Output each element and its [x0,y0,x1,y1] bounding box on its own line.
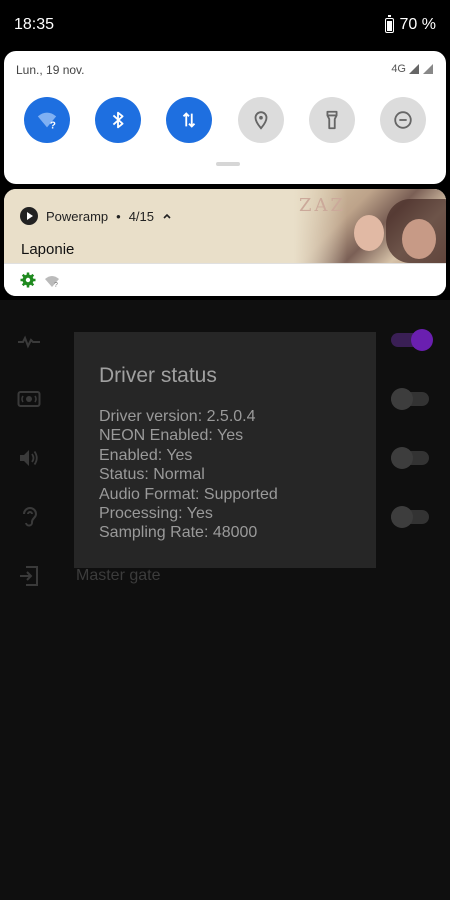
status-right: 70 % [384,14,436,34]
surround-icon [17,391,41,407]
svg-text:?: ? [50,120,56,131]
toggle-switch[interactable] [391,329,433,351]
speaker-icon [20,450,38,466]
album-art: ZAZ [294,189,446,263]
enabled-line: Enabled: Yes [99,446,193,464]
status-line: Status: Normal [99,466,205,484]
exit-icon [20,566,38,586]
notification-icons-row: ? [4,263,446,296]
battery-icon [384,14,394,33]
processing-line: Processing: Yes [99,505,213,523]
master-gate-label[interactable]: Master gate [76,567,160,585]
album-art-figure [354,215,384,251]
toggle-switch[interactable] [391,506,429,528]
network-type: 4G [391,63,406,75]
album-art-text: ZAZ [298,195,346,216]
driver-status-dialog: Driver status Driver version: 2.5.0.4 NE… [74,332,376,568]
ear-icon [23,507,38,527]
tile-do-not-disturb[interactable] [379,97,426,143]
status-bar: 18:35 70 % [0,0,450,50]
wifi-unknown-icon: ? [37,112,57,131]
media-app-row[interactable]: Poweramp • 4/15 [20,207,172,225]
status-time: 18:35 [14,16,55,33]
toggle-knob [411,329,433,351]
waveform-icon [18,335,40,349]
bluetooth-icon [112,111,124,129]
flashlight-icon [326,110,338,130]
tile-wifi[interactable]: ? [24,97,70,143]
toggle-knob [391,506,413,528]
signal-icon [409,64,419,74]
tile-location[interactable] [237,97,284,143]
tile-mobile-data[interactable] [166,97,213,143]
driver-version-line: Driver version: 2.5.0.4 [99,408,256,425]
drag-handle[interactable] [216,162,240,166]
quick-tiles: ? [24,97,426,143]
media-app-name: Poweramp [46,208,109,224]
battery-level: 70 % [399,16,436,33]
media-separator: • [116,208,121,224]
chevron-up-icon[interactable] [162,211,172,221]
poweramp-icon [20,207,38,225]
qs-date[interactable]: Lun., 19 nov. [16,63,85,77]
toggle-switch[interactable] [391,447,429,469]
media-header: ZAZ Poweramp • 4/15 Laponie [4,189,446,263]
location-icon [254,111,267,130]
dialog-title: Driver status [99,364,217,387]
svg-text:?: ? [54,282,58,288]
media-notification[interactable]: ZAZ Poweramp • 4/15 Laponie ? [4,189,446,296]
mobile-data-icon [183,112,196,128]
neon-enabled-line: NEON Enabled: Yes [99,427,244,445]
media-track-position: 4/15 [128,208,155,224]
media-title: Laponie [21,241,75,258]
quick-settings-panel: Lun., 19 nov. 4G ? [4,51,446,184]
dialog-body: Driver version: 2.5.0.4 NEON Enabled: Ye… [99,407,278,543]
toggle-switch[interactable] [391,388,429,410]
do-not-disturb-icon [394,111,412,129]
qs-network: 4G [391,63,434,75]
toggle-knob [391,447,413,469]
tile-flashlight[interactable] [308,97,355,143]
wifi-unknown-icon: ? [45,276,59,288]
audio-format-line: Audio Format: Supported [99,485,278,503]
sampling-rate-line: Sampling Rate: 48000 [99,524,258,542]
album-art-figure [402,219,436,259]
toggle-knob [391,388,413,410]
signal-icon [423,64,433,74]
tile-bluetooth[interactable] [95,97,142,143]
gear-icon [20,272,36,288]
